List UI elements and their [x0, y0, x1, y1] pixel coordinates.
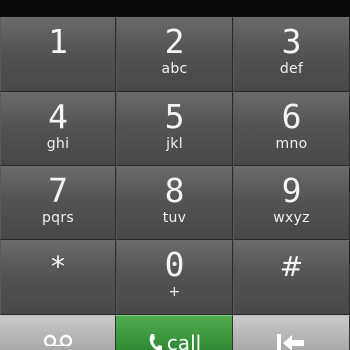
call-content: call: [147, 332, 201, 350]
key-digit: 2: [164, 22, 185, 61]
key-2[interactable]: 2 abc: [116, 17, 233, 92]
key-digit: 6: [281, 97, 302, 136]
key-8[interactable]: 8 tuv: [116, 166, 233, 240]
key-letters: jkl: [166, 136, 183, 152]
key-digit: *: [51, 250, 65, 283]
key-6[interactable]: 6 mno: [233, 92, 350, 166]
key-digit: 8: [164, 171, 185, 210]
backspace-icon: [276, 332, 306, 350]
key-letters: wxyz: [273, 210, 310, 226]
voicemail-icon: [43, 332, 73, 346]
phone-icon: [147, 333, 163, 350]
key-7[interactable]: 7 pqrs: [0, 166, 116, 240]
key-letters: +: [168, 284, 181, 300]
voicemail-button[interactable]: [0, 315, 116, 350]
backspace-button[interactable]: [233, 315, 350, 350]
dialpad: 1 2 abc 3 def 4 ghi 5 jkl 6 mno 7 pqrs 8: [0, 17, 350, 315]
key-letters: abc: [161, 61, 188, 77]
key-digit: 7: [48, 171, 68, 210]
key-9[interactable]: 9 wxyz: [233, 166, 350, 240]
key-letters: pqrs: [41, 210, 75, 226]
key-letters: def: [279, 61, 304, 77]
key-5[interactable]: 5 jkl: [116, 92, 233, 166]
key-digit: 4: [48, 97, 68, 136]
key-letters: tuv: [162, 210, 187, 226]
key-star[interactable]: *: [0, 240, 116, 315]
key-hash[interactable]: #: [233, 240, 350, 315]
key-letters: mno: [275, 136, 308, 152]
key-1[interactable]: 1: [0, 17, 116, 92]
dialer-screen: 1 2 abc 3 def 4 ghi 5 jkl 6 mno 7 pqrs 8: [0, 0, 350, 350]
key-digit: 3: [281, 22, 302, 61]
status-bar: [0, 0, 350, 17]
key-digit: 5: [164, 97, 185, 136]
key-4[interactable]: 4 ghi: [0, 92, 116, 166]
call-label: call: [166, 331, 202, 350]
key-3[interactable]: 3 def: [233, 17, 350, 92]
key-letters: ghi: [46, 136, 70, 152]
key-0[interactable]: 0 +: [116, 240, 233, 315]
action-bar: call: [0, 315, 350, 350]
call-button[interactable]: call: [116, 315, 233, 350]
key-digit: 9: [281, 171, 302, 210]
key-digit: 0: [164, 245, 185, 284]
key-digit: 1: [48, 22, 68, 61]
key-digit: #: [279, 250, 304, 283]
